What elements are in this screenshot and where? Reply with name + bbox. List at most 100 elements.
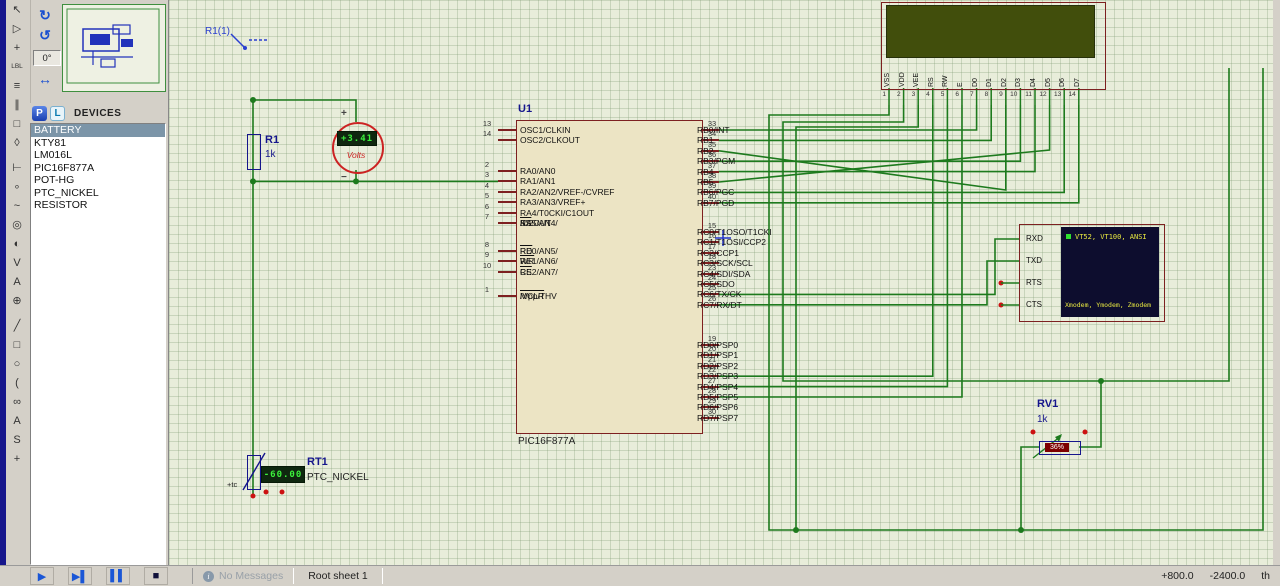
rotate-clockwise-icon[interactable]: ↻ — [33, 6, 57, 24]
pin-end-marker[interactable] — [251, 494, 256, 499]
device-item-battery[interactable]: BATTERY — [31, 124, 165, 137]
device-item-lm016l[interactable]: LM016L — [31, 149, 165, 162]
overview-minimap[interactable] — [62, 4, 166, 92]
voltmeter-minus: − — [341, 172, 347, 183]
chip-pin-stub[interactable] — [498, 222, 516, 224]
tape-recorder-mode-icon[interactable]: ◎ — [6, 215, 28, 234]
component-mode-icon[interactable]: ▷ — [6, 19, 28, 38]
buses-mode-icon[interactable]: ∥ — [6, 95, 28, 114]
devices-panel: P L DEVICES BATTERYKTY81LM016LPIC16F877A… — [30, 103, 166, 565]
wire[interactable] — [769, 68, 1263, 530]
chip-pin-number: 9 — [478, 250, 496, 259]
2d-marker-icon[interactable]: + — [6, 449, 28, 468]
message-area[interactable]: i No Messages — [192, 568, 294, 584]
chip-ref[interactable]: U1 — [518, 103, 532, 115]
generator-mode-icon[interactable]: ◐ — [6, 234, 28, 253]
wire[interactable] — [719, 105, 1079, 203]
2d-box-icon[interactable]: □ — [6, 335, 28, 354]
lcd-pin-number: 14 — [1063, 91, 1076, 98]
lcd-pin-number: 6 — [946, 91, 959, 98]
chip-pin-stub[interactable] — [498, 295, 516, 297]
orientation-toolbar: ↻ ↺ 0° ↔ — [31, 2, 61, 102]
pin-end-marker[interactable] — [1031, 430, 1036, 435]
thermistor-rt1-part[interactable]: PTC_NICKEL — [307, 472, 369, 483]
chip-part-name[interactable]: PIC16F877A — [518, 436, 575, 447]
2d-circle-icon[interactable]: ○ — [6, 354, 28, 373]
pin-end-marker[interactable] — [1083, 430, 1088, 435]
2d-arc-icon[interactable]: ( — [6, 373, 28, 392]
voltmeter-plus: + — [341, 108, 347, 119]
chip-pin-stub[interactable] — [498, 191, 516, 193]
chip-pin-stub[interactable] — [498, 271, 516, 273]
terminal-modes-text: VT52, VT100, ANSI — [1075, 233, 1147, 241]
2d-text-icon[interactable]: A — [6, 411, 28, 430]
sheet-name[interactable]: Root sheet 1 — [294, 568, 383, 584]
chip-pin-stub[interactable] — [498, 170, 516, 172]
virtual-instruments-mode-icon[interactable]: ⊕ — [6, 291, 28, 310]
pot-rv1-value[interactable]: 1k — [1037, 414, 1048, 425]
resistor-r1-body[interactable] — [247, 134, 261, 170]
junction-dot — [250, 97, 256, 103]
chip-pin-number: 2 — [478, 160, 496, 169]
device-item-ptc_nickel[interactable]: PTC_NICKEL — [31, 187, 165, 200]
device-item-pic16f877a[interactable]: PIC16F877A — [31, 162, 165, 175]
chip-pin-stub[interactable] — [498, 139, 516, 141]
wire[interactable] — [719, 105, 962, 397]
pin-end-marker[interactable] — [264, 490, 269, 495]
2d-line-icon[interactable]: ╱ — [6, 316, 28, 335]
schematic-canvas[interactable]: R1(1) R1 1k +3.41 Volts + − U1 PIC16F877… — [168, 0, 1273, 565]
2d-symbol-icon[interactable]: S — [6, 430, 28, 449]
pause-button[interactable]: ▌▌ — [106, 567, 130, 585]
voltmeter-body[interactable] — [332, 122, 384, 174]
chip-pin-stub[interactable] — [498, 212, 516, 214]
pick-devices-button[interactable]: P — [32, 106, 47, 121]
device-item-kty81[interactable]: KTY81 — [31, 137, 165, 150]
junction-dot — [353, 178, 359, 184]
pot-rv1-percent[interactable]: 36% — [1045, 443, 1069, 452]
thermistor-rt1-body[interactable] — [247, 455, 261, 490]
device-item-resistor[interactable]: RESISTOR — [31, 199, 165, 212]
chip-pin-stub[interactable] — [498, 129, 516, 131]
play-button[interactable]: ▶ — [30, 567, 54, 585]
instant-edit-mode-icon[interactable]: ◊ — [6, 133, 28, 152]
chip-pin-stub[interactable] — [498, 180, 516, 182]
text-script-mode-icon[interactable]: ≡ — [6, 76, 28, 95]
lcd-pin-number: 12 — [1034, 91, 1047, 98]
probe-label[interactable]: R1(1) — [205, 26, 230, 37]
wire[interactable] — [1079, 381, 1101, 447]
terminals-mode-icon[interactable]: ⊢ — [6, 158, 28, 177]
step-button[interactable]: ▶▌ — [68, 567, 92, 585]
thermistor-rt1-ref[interactable]: RT1 — [307, 456, 328, 468]
subcircuit-mode-icon[interactable]: □ — [6, 114, 28, 133]
chip-pin-stub[interactable] — [498, 250, 516, 252]
lcd-screen — [886, 5, 1095, 58]
wire-label-mode-icon[interactable]: LBL — [6, 57, 28, 76]
pin-end-marker[interactable] — [280, 490, 285, 495]
device-pins-mode-icon[interactable]: ∘ — [6, 177, 28, 196]
graph-mode-icon[interactable]: ~ — [6, 196, 28, 215]
wire[interactable] — [1021, 447, 1039, 530]
resistor-r1-value[interactable]: 1k — [265, 149, 276, 160]
resistor-r1-ref[interactable]: R1 — [265, 134, 279, 146]
wire[interactable] — [719, 105, 1020, 161]
mirror-horizontal-icon[interactable]: ↔ — [33, 70, 57, 88]
junction-dot-mode-icon[interactable]: + — [6, 38, 28, 57]
selection-mode-icon[interactable]: ↖ — [6, 0, 28, 19]
lcd-pin-number: 3 — [902, 91, 915, 98]
2d-path-icon[interactable]: ∞ — [6, 392, 28, 411]
wire[interactable] — [719, 105, 1064, 192]
current-probe-mode-icon[interactable]: A — [6, 272, 28, 291]
minimap-sketch — [63, 5, 163, 89]
library-button[interactable]: L — [50, 106, 65, 121]
chip-pin-stub[interactable] — [498, 201, 516, 203]
chip-pin-stub[interactable] — [498, 260, 516, 262]
voltage-probe-symbol[interactable] — [231, 34, 269, 50]
stop-button[interactable]: ■ — [144, 567, 168, 585]
rotation-angle-display: 0° — [33, 50, 61, 66]
wire[interactable] — [719, 261, 1001, 305]
pot-rv1-ref[interactable]: RV1 — [1037, 398, 1058, 410]
proteus-window: ↖▷+LBL≡∥□◊⊢∘~◎◐VA⊕╱□○(∞AS+ ↻ ↺ 0° ↔ P L … — [0, 0, 1280, 586]
rotate-anticlockwise-icon[interactable]: ↺ — [33, 26, 57, 44]
voltage-probe-mode-icon[interactable]: V — [6, 253, 28, 272]
device-item-pot-hg[interactable]: POT-HG — [31, 174, 165, 187]
